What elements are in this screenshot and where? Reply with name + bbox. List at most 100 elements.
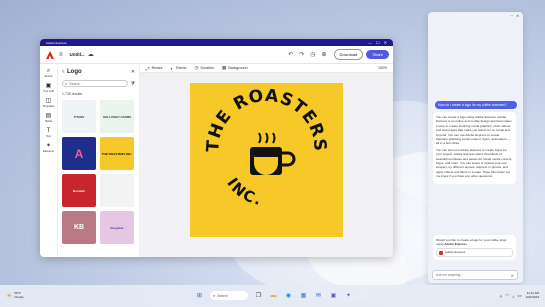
rail-item-search[interactable]: ⌕ Search — [44, 68, 52, 78]
wifi-icon[interactable]: ◠ — [505, 293, 509, 299]
edge-browser-icon[interactable]: ◉ — [283, 290, 294, 301]
thumb-label: HOLLOWAY FARMS — [102, 114, 132, 119]
adobe-express-window: Adobe Express — ☐ ✕ ≡ Untitl... ☁ ↶ ↷ ◷ … — [40, 39, 393, 257]
weather-desc: Cloudy — [14, 295, 24, 299]
folder-icon: ▣ — [45, 83, 52, 89]
results-count: 1,739 results — [62, 92, 83, 96]
weather-widget[interactable]: ☀ 59°F Cloudy — [6, 291, 24, 300]
template-thumb[interactable]: Bondark — [62, 174, 96, 207]
file-explorer-icon[interactable]: ▬ — [268, 290, 279, 301]
volume-icon[interactable]: ♪ — [512, 294, 514, 299]
user-message: How do I create a logo for my coffee bus… — [435, 101, 517, 109]
thumb-label: Bondark — [72, 188, 86, 193]
store-icon[interactable]: ▦ — [298, 290, 309, 301]
left-rail: ⌕ Search ▣ Your stuff ◫ Templates ▤ Medi… — [40, 64, 58, 257]
search-icon: ⌕ — [213, 293, 216, 298]
rail-label: Elements — [43, 150, 54, 153]
template-thumb[interactable]: A — [62, 137, 96, 170]
taskbar-search-label: Search — [217, 293, 228, 298]
add-collaborator-icon[interactable]: ⊕ — [321, 51, 326, 58]
elements-icon: ✶ — [45, 143, 52, 149]
rail-item-templates[interactable]: ◫ Templates — [43, 98, 55, 108]
template-thumb[interactable]: HOLLOWAY FARMS — [100, 100, 134, 133]
close-panel-icon[interactable]: ✕ — [131, 69, 135, 75]
history-icon[interactable]: ◷ — [310, 51, 315, 58]
theme-icon: ◐ — [170, 65, 174, 71]
start-button[interactable]: ⊞ — [194, 290, 205, 301]
taskbar-search[interactable]: ⌕ Search — [210, 291, 248, 300]
resize-button[interactable]: ⤢ Resize — [146, 66, 163, 71]
thumb-label: TITANS — [73, 114, 85, 119]
search-icon: ⌕ — [65, 81, 68, 86]
assistant-paragraph: You can create a logo using Adobe Expres… — [436, 115, 512, 146]
app-toolbar: ≡ Untitl... ☁ ↶ ↷ ◷ ⊕ Download Share — [40, 46, 393, 64]
templates-icon: ◫ — [45, 98, 52, 104]
undo-icon[interactable]: ↶ — [288, 51, 293, 58]
template-thumb[interactable]: KB — [62, 211, 96, 244]
rail-item-text[interactable]: T Text — [46, 128, 51, 138]
template-grid: TITANS HOLLOWAY FARMS A THE ROASTERS INC… — [62, 100, 135, 244]
text-icon: T — [46, 128, 51, 134]
adobe-logo-icon[interactable] — [44, 49, 56, 61]
close-copilot-icon[interactable]: ✕ — [516, 14, 519, 18]
theme-button[interactable]: ◐ Theme — [171, 66, 187, 71]
filter-icon[interactable]: ⧩ — [131, 81, 135, 87]
duration-button[interactable]: ◷ Duration — [195, 65, 215, 71]
send-icon[interactable]: ➤ — [511, 273, 514, 278]
ctx-label: Duration — [200, 66, 215, 70]
task-view-icon[interactable]: ❐ — [253, 290, 264, 301]
rail-label: Media — [44, 120, 53, 123]
rail-item-elements[interactable]: ✶ Elements — [43, 143, 54, 153]
canvas-area: ⤢ Resize ◐ Theme ◷ Duration ▦ Background 100… — [140, 64, 393, 257]
search-icon: ⌕ — [46, 68, 51, 74]
teams-icon[interactable]: ▣ — [328, 290, 339, 301]
adobe-icon — [439, 250, 443, 255]
background-icon: ▦ — [222, 65, 227, 70]
rail-item-media[interactable]: ▤ Media — [45, 113, 52, 123]
maximize-button[interactable]: ☐ — [376, 40, 380, 45]
thumb-label: KB — [73, 224, 85, 231]
panel-title: Logo — [67, 68, 82, 75]
adobe-express-chip[interactable]: Adobe Express — [436, 248, 513, 257]
close-window-button[interactable]: ✕ — [384, 40, 387, 45]
copilot-input[interactable] — [436, 273, 506, 277]
sun-icon: ☀ — [6, 293, 13, 300]
coffee-cup-icon — [250, 132, 296, 175]
rail-item-your-stuff[interactable]: ▣ Your stuff — [43, 83, 54, 93]
mail-icon[interactable]: ✉ — [313, 290, 324, 301]
template-thumb[interactable]: THE ROASTERS INC. — [100, 137, 134, 170]
redo-icon[interactable]: ↷ — [299, 51, 304, 58]
menu-icon[interactable]: ≡ — [59, 52, 63, 58]
assistant-paragraph: You can also use Adobe Express to create… — [436, 147, 513, 179]
rail-label: Your stuff — [43, 90, 54, 93]
background-button[interactable]: ▦ Background — [222, 65, 247, 71]
zoom-level[interactable]: 100% — [378, 66, 387, 70]
rail-label: Search — [44, 75, 53, 78]
template-thumb[interactable]: Burgeble — [100, 211, 134, 244]
download-button[interactable]: Download — [333, 49, 364, 60]
media-icon: ▤ — [45, 113, 52, 119]
battery-icon[interactable]: ▭ — [517, 293, 521, 299]
template-thumb[interactable]: TITANS — [62, 100, 96, 133]
document-title[interactable]: Untitl... — [70, 52, 85, 57]
minimize-button[interactable]: — — [368, 40, 372, 45]
chevron-up-icon[interactable]: ˄ — [500, 294, 503, 299]
rail-label: Templates — [42, 105, 55, 108]
context-toolbar: ⤢ Resize ◐ Theme ◷ Duration ▦ Background 100… — [140, 64, 393, 73]
search-field[interactable]: ⌕ — [62, 80, 128, 87]
resize-icon: ⤢ — [146, 65, 150, 71]
design-artboard[interactable]: THE ROASTERS INC. — [190, 83, 343, 237]
window-title: Adobe Express — [46, 40, 67, 45]
copilot-icon[interactable]: ✦ — [343, 290, 354, 301]
share-button[interactable]: Share — [366, 50, 389, 59]
back-arrow-icon[interactable]: ‹ — [62, 69, 64, 75]
copilot-input-box[interactable]: ➤ — [432, 270, 518, 280]
svg-text:INC.: INC. — [223, 175, 264, 210]
adobe-express-link[interactable]: Adobe Express — [444, 242, 467, 246]
clock[interactable]: 11:11 AM 10/4/2023 — [526, 291, 539, 300]
roasters-logo: THE ROASTERS INC. — [203, 86, 329, 210]
template-thumb[interactable] — [100, 174, 134, 207]
search-input[interactable] — [69, 81, 120, 86]
followup-card: Would you like to create a logo for your… — [433, 235, 516, 260]
more-options-icon[interactable]: ⋯ — [510, 14, 514, 18]
